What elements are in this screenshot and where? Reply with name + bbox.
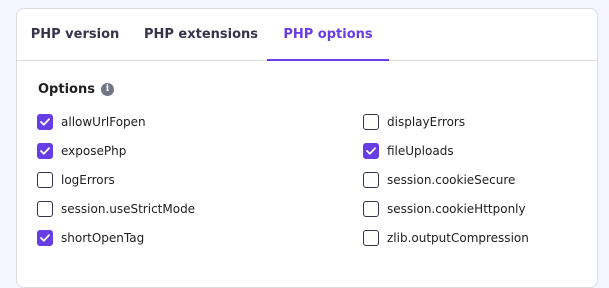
- checkbox[interactable]: [363, 172, 379, 188]
- option-label: fileUploads: [387, 144, 454, 158]
- option-logerrors[interactable]: logErrors: [37, 171, 115, 189]
- option-exposephp[interactable]: exposePhp: [37, 142, 126, 160]
- option-label: zlib.outputCompression: [387, 231, 529, 245]
- checkbox[interactable]: [37, 201, 53, 217]
- option-label: exposePhp: [61, 144, 127, 158]
- option-label: session.useStrictMode: [61, 202, 196, 216]
- checkbox[interactable]: [363, 114, 379, 130]
- option-label: logErrors: [61, 173, 115, 187]
- checkmark-icon: [40, 147, 50, 155]
- option-displayerrors[interactable]: displayErrors: [363, 113, 465, 131]
- tab-bar: PHP version PHP extensions PHP options: [17, 9, 597, 61]
- option-session-cookiehttponly[interactable]: session.cookieHttponly: [363, 200, 526, 218]
- checkbox[interactable]: [37, 114, 53, 130]
- tab-php-version[interactable]: PHP version: [17, 9, 133, 60]
- options-heading: Options i: [38, 82, 114, 97]
- option-label: allowUrlFopen: [61, 115, 146, 129]
- checkmark-icon: [366, 147, 376, 155]
- option-zlib-outputcompression[interactable]: zlib.outputCompression: [363, 229, 529, 247]
- options-title: Options: [38, 82, 95, 97]
- checkbox[interactable]: [363, 230, 379, 246]
- info-icon[interactable]: i: [100, 83, 114, 96]
- checkmark-icon: [40, 234, 50, 242]
- option-label: session.cookieSecure: [387, 173, 516, 187]
- option-shortopentag[interactable]: shortOpenTag: [37, 229, 144, 247]
- tab-php-options[interactable]: PHP options: [267, 9, 389, 61]
- checkbox[interactable]: [363, 201, 379, 217]
- checkmark-icon: [40, 118, 50, 126]
- option-fileuploads[interactable]: fileUploads: [363, 142, 454, 160]
- php-settings-card: PHP version PHP extensions PHP options O…: [16, 8, 598, 288]
- option-session-cookiesecure[interactable]: session.cookieSecure: [363, 171, 515, 189]
- option-session-usestrictmode[interactable]: session.useStrictMode: [37, 200, 195, 218]
- option-label: displayErrors: [387, 115, 466, 129]
- option-label: session.cookieHttponly: [387, 202, 526, 216]
- option-allowurlfopen[interactable]: allowUrlFopen: [37, 113, 146, 131]
- checkbox[interactable]: [37, 143, 53, 159]
- checkbox[interactable]: [363, 143, 379, 159]
- checkbox[interactable]: [37, 172, 53, 188]
- tab-php-extensions[interactable]: PHP extensions: [133, 9, 269, 60]
- checkbox[interactable]: [37, 230, 53, 246]
- option-label: shortOpenTag: [61, 231, 145, 245]
